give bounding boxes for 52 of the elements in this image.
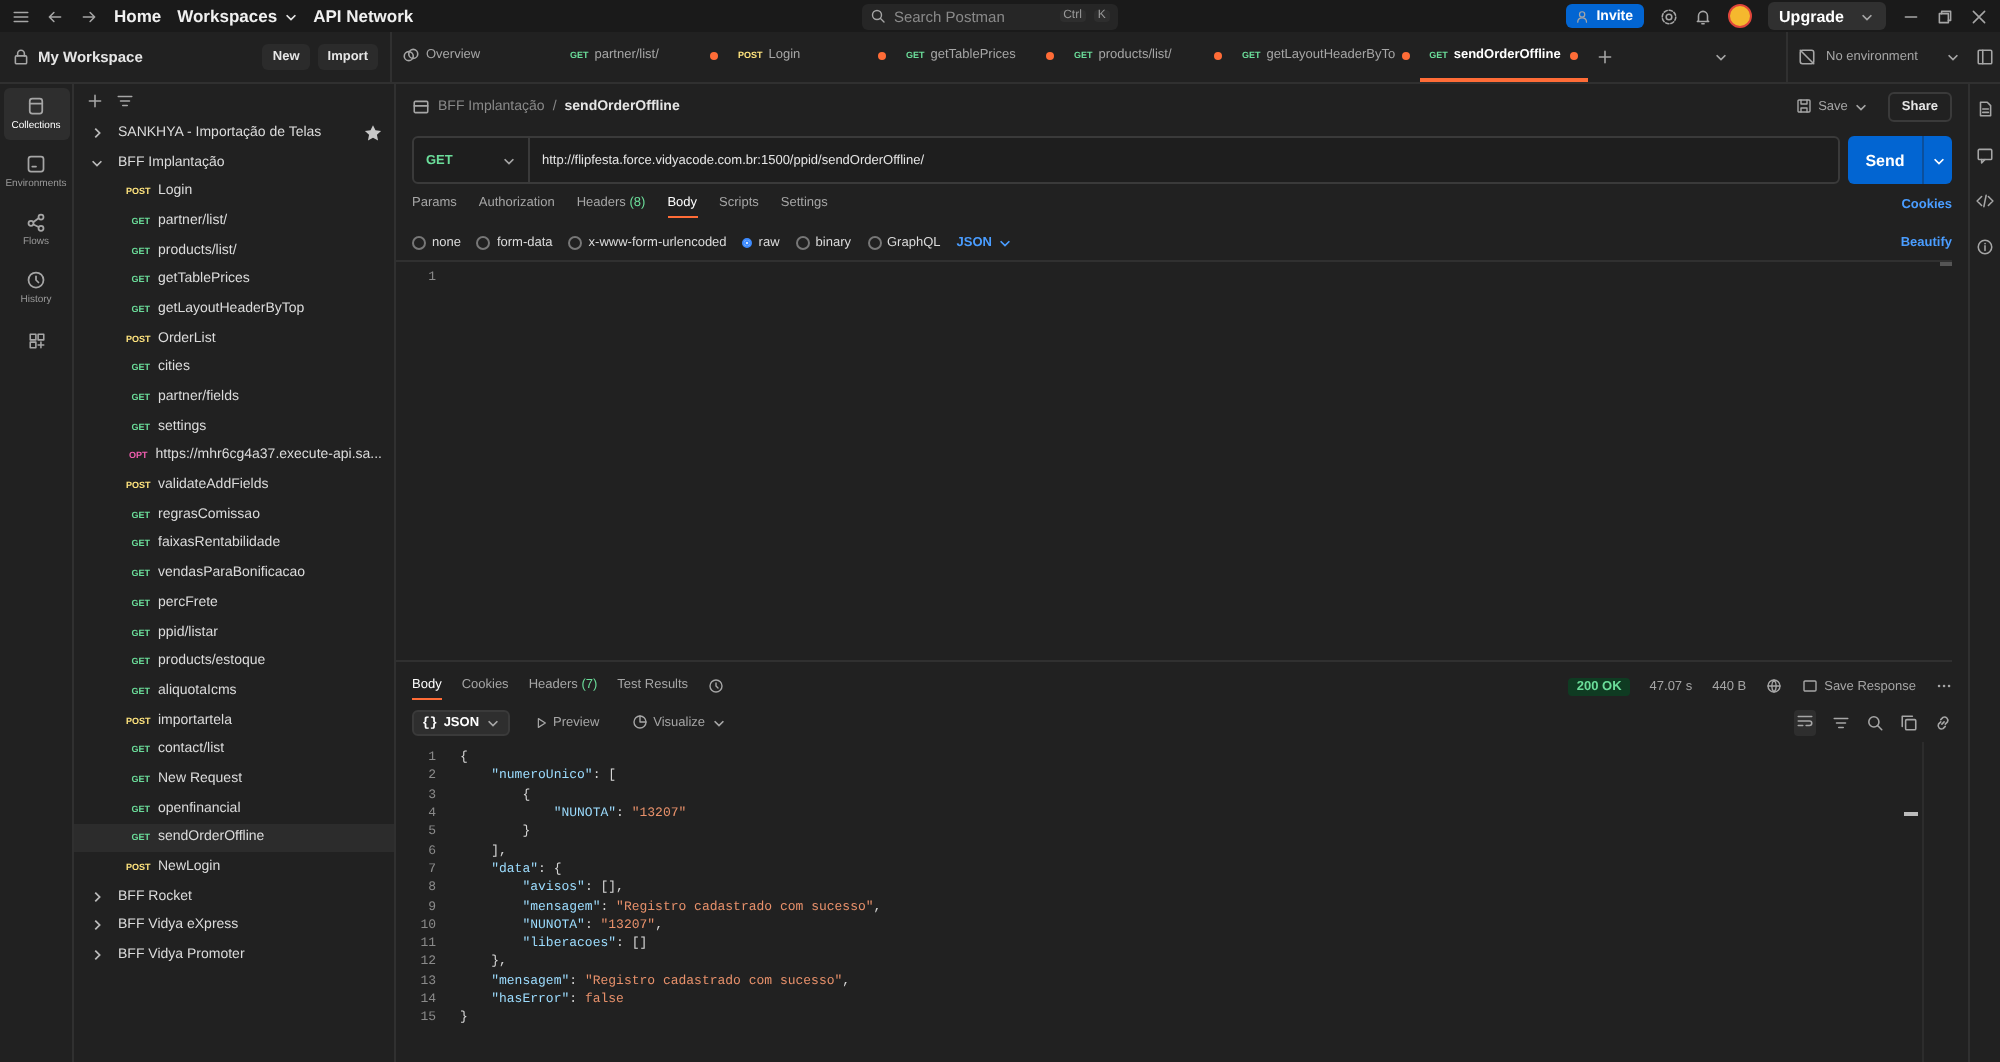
nav-link[interactable]: API Network	[313, 6, 414, 26]
caret-icon	[1931, 153, 1945, 167]
plus-icon	[1595, 48, 1614, 66]
document-icon	[1976, 100, 1994, 118]
upgrade-button[interactable]: Upgrade	[1767, 2, 1886, 30]
plus-icon	[86, 92, 104, 110]
caret-icon	[711, 715, 726, 729]
caret-icon	[997, 235, 1012, 249]
lock-icon	[12, 48, 30, 66]
code-icon	[1976, 192, 1994, 210]
nav-link[interactable]: Workspaces	[177, 6, 298, 26]
star-icon[interactable]	[364, 123, 382, 142]
collection-icon	[412, 97, 430, 115]
overview-icon	[402, 46, 420, 64]
back-arrow-icon	[46, 7, 64, 25]
avatar[interactable]	[1727, 4, 1752, 28]
wrap-lines-icon	[1796, 711, 1814, 729]
collection-icon	[26, 96, 46, 116]
filter-icon	[1832, 713, 1850, 731]
nav-link[interactable]: Home	[114, 6, 162, 26]
caret-icon	[1946, 50, 1960, 64]
bell-icon	[1693, 7, 1712, 25]
environment-icon	[26, 154, 46, 174]
filter-icon	[116, 92, 134, 110]
info-icon	[1976, 238, 1994, 256]
search-icon	[1866, 713, 1884, 731]
person-add-icon	[1576, 9, 1591, 23]
caret-icon	[1859, 9, 1874, 23]
caret-icon	[1713, 50, 1728, 64]
restore-icon	[1935, 7, 1954, 25]
history-icon	[26, 270, 46, 290]
settings-icon	[1659, 7, 1678, 25]
layout-icon	[1976, 48, 1994, 66]
caret-icon	[283, 9, 298, 23]
forward-arrow-icon	[80, 7, 98, 25]
close-icon	[1969, 7, 1988, 25]
comment-icon	[1976, 146, 1994, 164]
globe-icon	[1766, 678, 1783, 694]
play-icon	[533, 715, 548, 729]
no-environment-icon	[1798, 48, 1816, 66]
caret-icon	[485, 715, 500, 729]
menu-icon	[12, 7, 30, 25]
chevron-down-icon	[90, 155, 104, 170]
flow-icon	[26, 212, 46, 232]
chart-icon	[631, 714, 648, 730]
caret-icon	[1853, 99, 1868, 113]
history-icon	[708, 678, 725, 694]
copy-icon	[1900, 713, 1918, 731]
search-icon	[869, 8, 886, 24]
link-icon	[1934, 713, 1952, 731]
apps-icon	[27, 332, 45, 350]
chevron-right-icon	[90, 125, 104, 140]
